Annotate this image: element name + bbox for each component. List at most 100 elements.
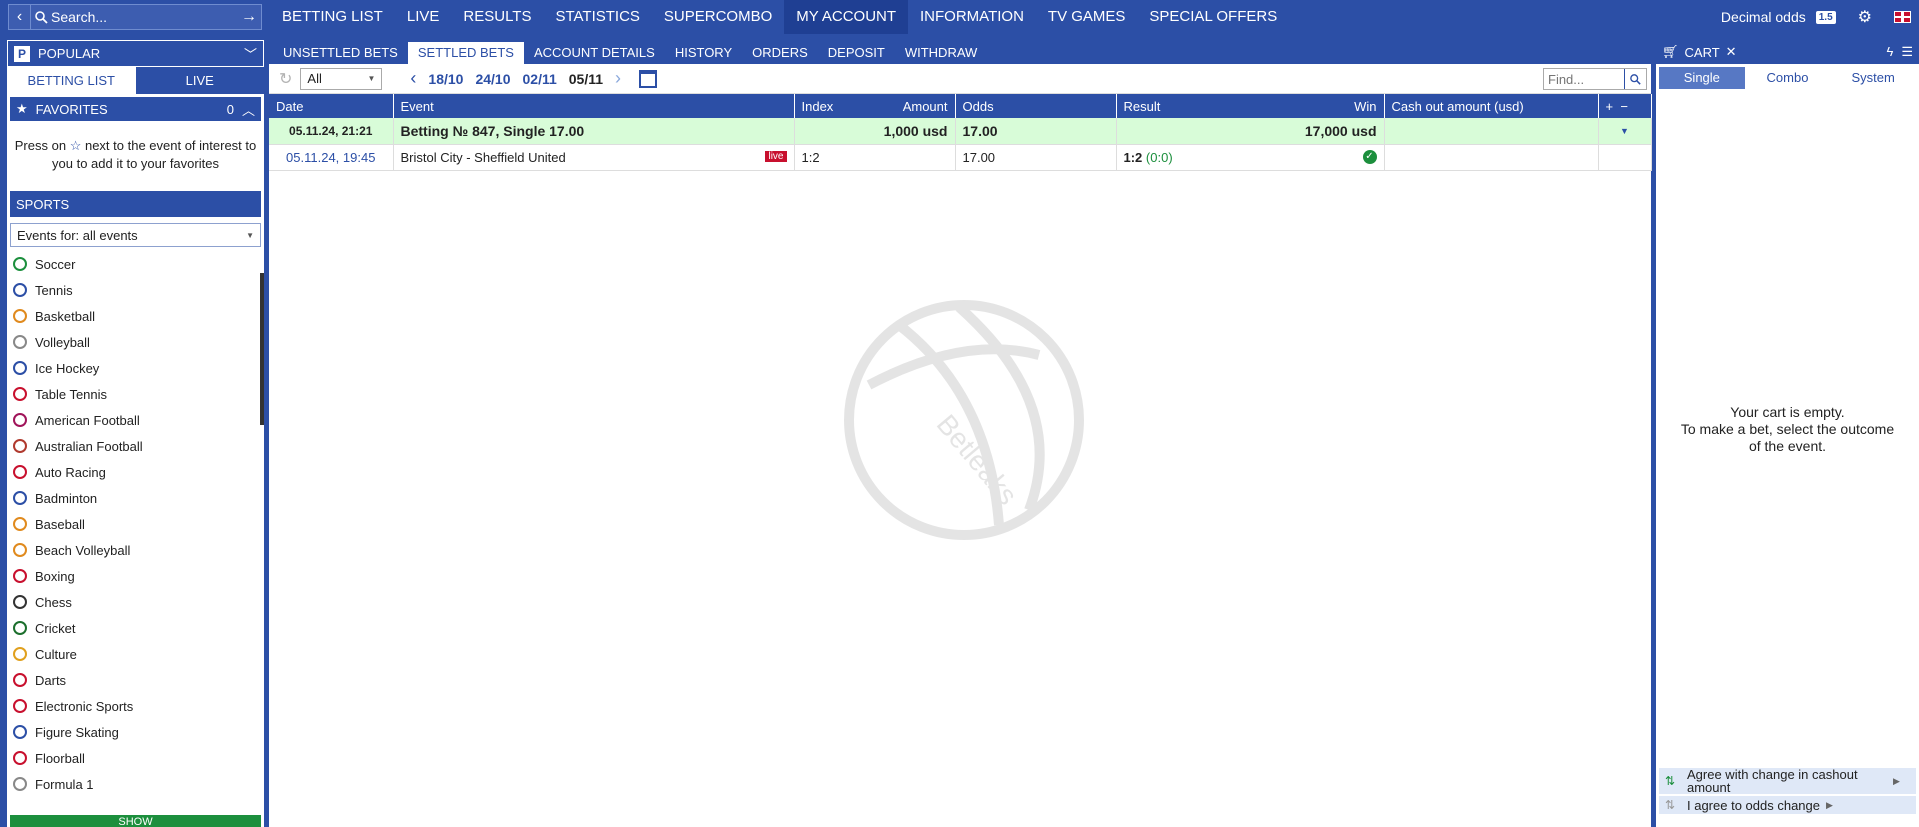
gear-icon[interactable]: ⚙ (1858, 7, 1872, 27)
sport-item[interactable]: Electronic Sports (13, 693, 264, 719)
search-box: ‹ → (8, 4, 262, 30)
find-input[interactable] (1544, 71, 1620, 87)
up-down-arrows-icon: ⇅ (1665, 773, 1676, 788)
sport-item[interactable]: Soccer (13, 251, 264, 277)
sport-item[interactable]: Formula 1 (13, 771, 264, 797)
table-row: 05.11.24, 19:45 Bristol City - Sheffield… (269, 144, 1652, 171)
col-cashout: Cash out amount (usd) (1384, 94, 1599, 118)
tab-live[interactable]: LIVE (136, 67, 265, 94)
sport-label: Baseball (35, 516, 85, 532)
sport-item[interactable]: Boxing (13, 563, 264, 589)
tab-single[interactable]: Single (1659, 67, 1745, 89)
favorites-header[interactable]: ★ FAVORITES 0 ︿ (10, 97, 261, 121)
tab-deposit[interactable]: DEPOSIT (818, 42, 895, 64)
expand-arrow-icon: ▶ (1826, 799, 1833, 810)
cart-header: 🛒︎ CART ✕ ϟ ☰ (1656, 40, 1919, 64)
popular-header[interactable]: P POPULAR ﹀ (7, 40, 264, 67)
sport-label: Badminton (35, 490, 98, 506)
uk-flag-icon[interactable] (1894, 11, 1911, 23)
tab-betting-list[interactable]: BETTING LIST (7, 67, 136, 94)
sport-item[interactable]: Chess (13, 589, 264, 615)
nav-statistics[interactable]: STATISTICS (543, 0, 651, 34)
events-filter-value: Events for: all events (17, 227, 138, 243)
show-button[interactable]: SHOW (10, 815, 261, 827)
cashout-change-option[interactable]: ⇅ Agree with change in cashout amount ▶ (1659, 768, 1916, 794)
search-input[interactable] (51, 9, 237, 25)
current-date[interactable]: 05/11 (569, 71, 603, 87)
chevron-up-icon[interactable]: ︿ (242, 100, 255, 119)
tab-system[interactable]: System (1830, 67, 1916, 89)
odds-format-label[interactable]: Decimal odds (1721, 9, 1806, 25)
nav-supercombo[interactable]: SUPERCOMBO (652, 0, 784, 34)
expand-arrow-icon[interactable]: ▼ (1598, 118, 1652, 145)
sport-item[interactable]: Australian Football (13, 433, 264, 459)
tab-orders[interactable]: ORDERS (742, 42, 818, 64)
nav-information[interactable]: INFORMATION (908, 0, 1036, 34)
date-option[interactable]: 18/10 (428, 71, 463, 87)
next-date-icon[interactable]: › (615, 68, 621, 89)
cart-tabs: Single Combo System (1659, 67, 1916, 89)
sport-icon (13, 725, 27, 739)
sport-label: Boxing (35, 568, 75, 584)
lightning-icon[interactable]: ϟ (1886, 44, 1893, 60)
search-go-arrow-icon[interactable]: → (237, 8, 261, 26)
sport-item[interactable]: Darts (13, 667, 264, 693)
calendar-icon[interactable] (639, 69, 658, 88)
bet-summary-row[interactable]: 05.11.24, 21:21 Betting № 847, Single 17… (269, 118, 1652, 145)
close-icon[interactable]: ✕ (1726, 44, 1737, 60)
prev-date-icon[interactable]: ‹ (410, 68, 416, 89)
popular-title: POPULAR (38, 46, 101, 61)
sport-item[interactable]: Baseball (13, 511, 264, 537)
refresh-icon[interactable]: ↻ (279, 69, 292, 89)
nav-live[interactable]: LIVE (395, 0, 452, 34)
sport-item[interactable]: Cricket (13, 615, 264, 641)
date-option[interactable]: 24/10 (475, 71, 510, 87)
bet-filter-select[interactable]: All ▼ (300, 67, 383, 90)
find-box (1543, 68, 1647, 90)
sport-icon (13, 465, 27, 479)
sport-item[interactable]: Ice Hockey (13, 355, 264, 381)
sport-icon (13, 517, 27, 531)
nav-betting-list[interactable]: BETTING LIST (270, 0, 395, 34)
odds-format-badge[interactable]: 1.5 (1815, 10, 1836, 24)
back-arrow-icon[interactable]: ‹ (9, 5, 31, 29)
sport-item[interactable]: Basketball (13, 303, 264, 329)
bets-toolbar: ↻ All ▼ ‹ 18/10 24/10 02/11 05/11 › (269, 64, 1651, 94)
date-option[interactable]: 02/11 (523, 71, 557, 87)
col-result: Result (1123, 98, 1161, 114)
nav-results[interactable]: RESULTS (451, 0, 543, 34)
odds-change-option[interactable]: ⇅ I agree to odds change ▶ (1659, 796, 1916, 814)
sport-icon (13, 335, 27, 349)
tab-unsettled-bets[interactable]: UNSETTLED BETS (273, 42, 408, 64)
tab-history[interactable]: HISTORY (665, 42, 742, 64)
sport-item[interactable]: Auto Racing (13, 459, 264, 485)
tab-combo[interactable]: Combo (1745, 67, 1831, 89)
search-icon[interactable] (1624, 69, 1646, 89)
chevron-down-icon[interactable]: ﹀ (244, 44, 257, 63)
sport-item[interactable]: Tennis (13, 277, 264, 303)
event-name[interactable]: Bristol City - Sheffield United (401, 150, 566, 165)
tab-withdraw[interactable]: WITHDRAW (895, 42, 987, 64)
sidebar-scrollbar[interactable] (260, 273, 264, 425)
col-index: Index (801, 98, 834, 114)
tab-account-details[interactable]: ACCOUNT DETAILS (524, 42, 665, 64)
nav-tv-games[interactable]: TV GAMES (1036, 0, 1138, 34)
sport-item[interactable]: Floorball (13, 745, 264, 771)
sport-item[interactable]: Volleyball (13, 329, 264, 355)
settings-sliders-icon[interactable]: ☰ (1901, 44, 1913, 60)
sport-item[interactable]: Culture (13, 641, 264, 667)
events-filter-select[interactable]: Events for: all events ▼ (10, 223, 261, 247)
tab-settled-bets[interactable]: SETTLED BETS (407, 42, 524, 64)
nav-my-account[interactable]: MY ACCOUNT (784, 0, 909, 34)
expand-collapse-all[interactable]: + − (1598, 94, 1652, 118)
sport-item[interactable]: Badminton (13, 485, 264, 511)
sport-icon (13, 283, 27, 297)
sport-item[interactable]: Beach Volleyball (13, 537, 264, 563)
bet-title: Betting № 847, Single 17.00 (393, 118, 795, 145)
sport-item[interactable]: American Football (13, 407, 264, 433)
sport-icon (13, 621, 27, 635)
sport-item[interactable]: Figure Skating (13, 719, 264, 745)
sport-label: Electronic Sports (35, 698, 134, 714)
sport-item[interactable]: Table Tennis (13, 381, 264, 407)
nav-special-offers[interactable]: SPECIAL OFFERS (1137, 0, 1289, 34)
